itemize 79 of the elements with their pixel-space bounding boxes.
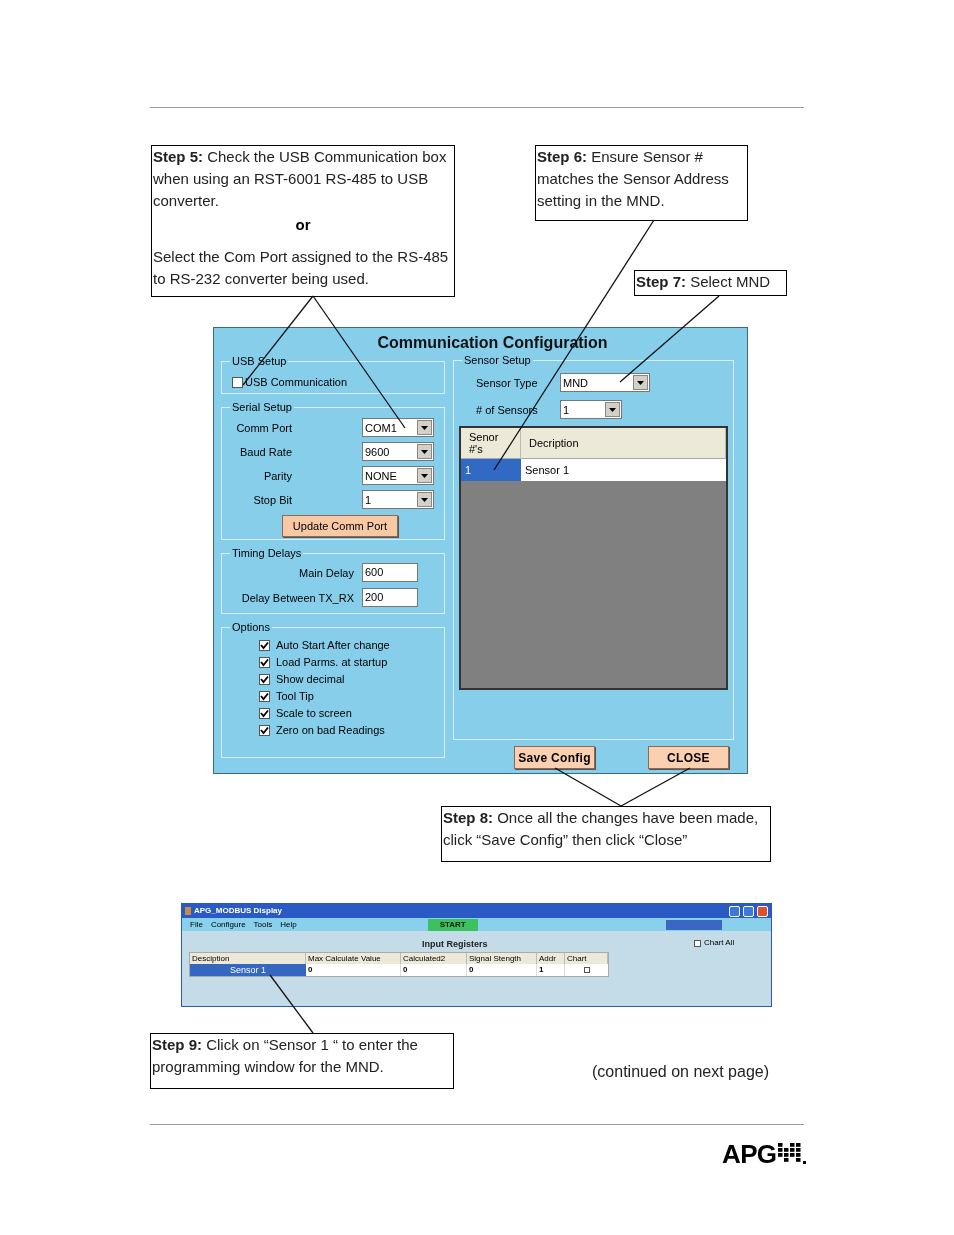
continued-note: (continued on next page) (592, 1062, 769, 1082)
window-title: APG_MODBUS Display (194, 905, 284, 917)
field-label: Comm Port (235, 420, 292, 435)
callout-text: Step 5: Check the USB Communication box when using an RST-6001 RS-485 to USB converter. (153, 147, 448, 211)
checkbox[interactable] (694, 939, 701, 947)
dot-grid-icon (778, 1141, 807, 1165)
logo-text: APG (722, 1140, 777, 1168)
dropdown[interactable]: 9600 (362, 442, 434, 461)
table-cell: 0 (401, 964, 467, 976)
field-label: Baud Rate (239, 444, 292, 459)
group-label: Sensor Setup (462, 353, 533, 367)
menu-item[interactable]: Tools (253, 918, 273, 931)
input-field[interactable]: 200 (362, 588, 418, 607)
leader-line (554, 767, 622, 807)
table-cell[interactable]: 1 (461, 459, 521, 481)
caret-icon (637, 380, 644, 385)
checkbox[interactable] (259, 690, 270, 702)
checkbox[interactable] (583, 967, 590, 973)
callout-text: Select the Com Port assigned to the RS-485 to RS-232 converter being used. (153, 247, 450, 289)
dialog-button[interactable]: CLOSE (648, 746, 729, 769)
field-label: Main Delay (297, 565, 355, 580)
column-header: Decription (521, 428, 726, 458)
start-button[interactable]: START (427, 918, 478, 931)
callout-text: Step 7: Select MND (636, 272, 772, 292)
caret-icon (609, 407, 616, 412)
group-label: Options (230, 620, 272, 634)
dropdown[interactable]: COM1 (362, 418, 434, 437)
maximize-button[interactable] (743, 905, 754, 917)
callout-conjunction: or (294, 215, 312, 235)
checkbox-label: USB Communication (245, 375, 348, 389)
dropdown[interactable]: NONE (362, 466, 434, 485)
dropdown[interactable]: 1 (362, 490, 434, 509)
field-label: Stop Bit (252, 492, 292, 507)
caret-icon (421, 425, 428, 430)
dropdown[interactable]: 1 (560, 400, 622, 419)
menu-item[interactable]: Help (280, 918, 297, 931)
table-cell: 0 (306, 964, 401, 976)
table-cell: 0 (467, 964, 537, 976)
leader-line (620, 767, 691, 807)
section-heading: Input Registers (422, 938, 488, 951)
input-field[interactable]: 600 (362, 563, 418, 582)
field-label: Parity (262, 468, 292, 483)
checkbox-label: Load Parms. at startup (276, 655, 388, 669)
caret-icon (421, 449, 428, 454)
dialog-button[interactable]: Save Config (514, 746, 595, 769)
checkbox[interactable] (259, 707, 270, 719)
checkbox-label: Auto Start After change (276, 638, 390, 652)
checkbox[interactable] (259, 724, 270, 736)
checkbox-label: Tool Tip (276, 689, 314, 703)
checkbox-label: Zero on bad Readings (276, 723, 385, 737)
menu-item[interactable]: Configure (210, 918, 246, 931)
close-button[interactable] (757, 905, 768, 917)
caret-icon (421, 497, 428, 502)
app-icon (185, 907, 191, 915)
leader-line (269, 974, 314, 1034)
column-header: Senor #'s (461, 428, 521, 458)
update-button[interactable]: Update Comm Port (281, 515, 398, 537)
checkbox-label: Chart All (704, 937, 735, 949)
group-label: Serial Setup (230, 400, 294, 414)
callout-text: Step 9: Click on “Sensor 1 “ to enter the programming window for the MND. (152, 1035, 419, 1077)
checkbox-label: Show decimal (276, 672, 345, 686)
minimize-button[interactable] (729, 905, 740, 917)
group-label: Timing Delays (230, 546, 304, 560)
checkbox[interactable] (259, 656, 270, 668)
table-cell[interactable]: Sensor 1 (521, 459, 726, 481)
dropdown[interactable]: MND (560, 373, 650, 392)
checkbox[interactable] (259, 673, 270, 685)
callout-text: Step 8: Once all the changes have been made, click “Save Config” then click “Close” (443, 808, 760, 850)
caret-icon (421, 473, 428, 478)
table-cell[interactable]: Sensor 1 (190, 964, 306, 976)
field-label: Sensor Type (476, 375, 539, 390)
field-label: Delay Between TX_RX (240, 590, 355, 605)
table-cell: 1 (537, 964, 565, 976)
status-field (665, 919, 722, 930)
checkbox[interactable] (259, 639, 270, 651)
checkbox[interactable] (232, 376, 243, 388)
callout-text: Step 6: Ensure Sensor # matches the Sensor Address setting in the MND. (537, 147, 730, 211)
menu-item[interactable]: File (190, 918, 203, 931)
checkbox-label: Scale to screen (276, 706, 352, 720)
